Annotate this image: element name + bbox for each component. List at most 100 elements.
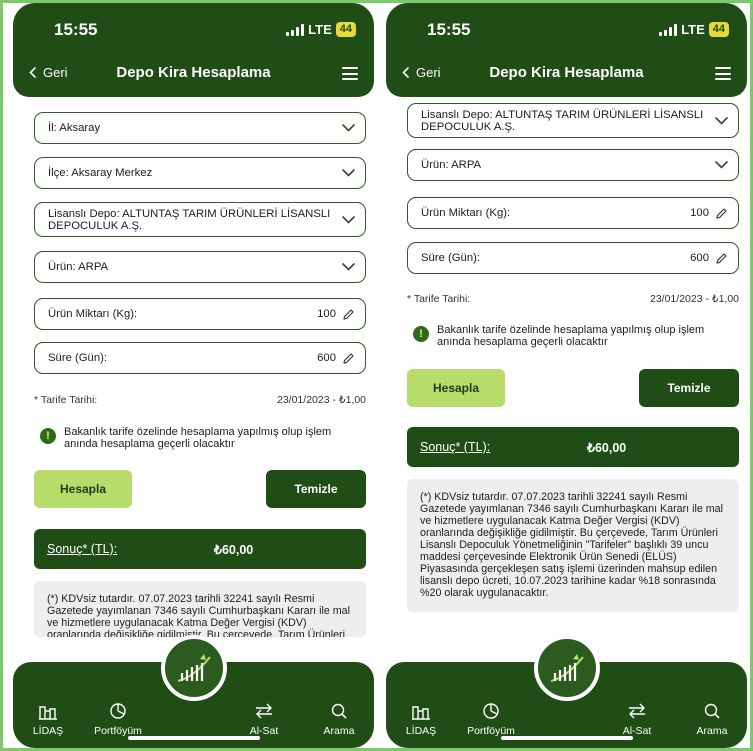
tariff-date-label: * Tarife Tarihi:	[34, 394, 98, 406]
tariff-date-value: 23/01/2023 - ₺1,00	[277, 394, 366, 406]
menu-icon[interactable]	[715, 67, 731, 80]
info-text: Bakanlık tarife özelinde hesaplama yapıl…	[437, 324, 705, 348]
duration-label: Süre (Gün):	[421, 252, 481, 264]
result-bar: Sonuç* (TL): ₺60,00	[34, 529, 366, 569]
status-indicators: LTE 44	[286, 22, 356, 37]
tab-lidas-label: LİDAŞ	[32, 725, 64, 737]
search-icon	[704, 703, 720, 719]
result-bar: Sonuç* (TL): ₺60,00	[407, 427, 739, 467]
clear-button[interactable]: Temizle	[639, 369, 739, 407]
chevron-left-icon	[402, 67, 409, 78]
building-icon	[412, 706, 430, 720]
pencil-icon	[343, 352, 354, 364]
tab-lidas[interactable]: LİDAŞ	[386, 702, 456, 737]
network-label: LTE	[308, 22, 332, 37]
quantity-field[interactable]: Ürün Miktarı (Kg): 100	[407, 197, 739, 229]
warehouse-select-label: Lisanslı Depo: ALTUNTAŞ TARIM ÜRÜNLERİ L…	[421, 108, 704, 133]
vat-note: (*) KDVsiz tutardır. 07.07.2023 tarihli …	[34, 581, 366, 637]
network-label: LTE	[681, 22, 705, 37]
district-select-label: İlçe: Aksaray Merkez	[48, 167, 153, 179]
duration-field[interactable]: Süre (Gün): 600	[34, 342, 366, 374]
tab-search-label: Arama	[696, 725, 728, 737]
swap-arrows-icon	[256, 703, 272, 719]
result-value: ₺60,00	[214, 542, 254, 557]
menu-icon[interactable]	[342, 67, 358, 80]
tab-bar: LİDAŞ Portföyüm Al-Sat Arama	[386, 635, 747, 748]
search-icon	[331, 703, 347, 719]
tab-bar: LİDAŞ Portföyüm Al-Sat Arama	[13, 635, 374, 748]
chevron-down-icon	[342, 215, 355, 224]
chevron-down-icon	[715, 161, 728, 169]
duration-value[interactable]: 600	[690, 252, 709, 264]
phone-screen-left: 15:55 LTE 44 Geri Depo Kira Hesaplama İl…	[13, 3, 374, 748]
signal-icon	[659, 23, 678, 36]
info-notice: ! Bakanlık tarife özelinde hesaplama yap…	[413, 324, 733, 348]
calculate-button[interactable]: Hesapla	[407, 369, 505, 407]
pencil-icon	[716, 252, 727, 264]
back-label: Geri	[416, 65, 441, 80]
quantity-field[interactable]: Ürün Miktarı (Kg): 100	[34, 298, 366, 330]
product-select-label: Ürün: ARPA	[421, 159, 482, 171]
chevron-down-icon	[342, 263, 355, 271]
tariff-date-row: * Tarife Tarihi: 23/01/2023 - ₺1,00	[407, 293, 739, 305]
info-text: Bakanlık tarife özelinde hesaplama yapıl…	[64, 426, 332, 450]
tab-portfolio[interactable]: Portföyüm	[456, 702, 526, 737]
tariff-date-value: 23/01/2023 - ₺1,00	[650, 293, 739, 305]
pie-chart-icon	[110, 703, 126, 719]
exclamation-icon: !	[413, 326, 429, 342]
product-select-label: Ürün: ARPA	[48, 261, 109, 273]
province-select[interactable]: İl: Aksaray	[34, 112, 366, 144]
tab-lidas-label: LİDAŞ	[405, 725, 437, 737]
back-button[interactable]: Geri	[29, 65, 68, 80]
chevron-down-icon	[342, 169, 355, 177]
status-indicators: LTE 44	[659, 22, 729, 37]
warehouse-select[interactable]: Lisanslı Depo: ALTUNTAŞ TARIM ÜRÜNLERİ L…	[34, 202, 366, 237]
tab-search[interactable]: Arama	[304, 702, 374, 737]
province-select-label: İl: Aksaray	[48, 122, 101, 134]
home-logo-button[interactable]	[160, 635, 227, 701]
battery-icon: 44	[335, 22, 356, 37]
tab-lidas[interactable]: LİDAŞ	[13, 702, 83, 737]
signal-icon	[286, 23, 305, 36]
product-select[interactable]: Ürün: ARPA	[407, 149, 739, 181]
duration-label: Süre (Gün):	[48, 352, 108, 364]
info-notice: ! Bakanlık tarife özelinde hesaplama yap…	[40, 426, 360, 450]
chevron-down-icon	[715, 116, 728, 125]
duration-value[interactable]: 600	[317, 352, 336, 364]
tariff-date-label: * Tarife Tarihi:	[407, 293, 471, 305]
pie-chart-icon	[483, 703, 499, 719]
chevron-left-icon	[29, 67, 36, 78]
wheat-logo-icon	[177, 654, 211, 682]
home-logo-button[interactable]	[533, 635, 600, 701]
warehouse-select[interactable]: Lisanslı Depo: ALTUNTAŞ TARIM ÜRÜNLERİ L…	[407, 103, 739, 138]
back-button[interactable]: Geri	[402, 65, 441, 80]
warehouse-select-label: Lisanslı Depo: ALTUNTAŞ TARIM ÜRÜNLERİ L…	[48, 207, 331, 232]
back-label: Geri	[43, 65, 68, 80]
result-label: Sonuç* (TL):	[47, 542, 118, 556]
district-select[interactable]: İlçe: Aksaray Merkez	[34, 157, 366, 189]
home-indicator	[500, 736, 633, 740]
result-label: Sonuç* (TL):	[420, 440, 491, 454]
phone-screen-right: 15:55 LTE 44 Geri Depo Kira Hesaplama Li…	[386, 3, 747, 748]
calculate-button[interactable]: Hesapla	[34, 470, 132, 508]
header: 15:55 LTE 44 Geri Depo Kira Hesaplama	[386, 3, 747, 97]
quantity-value[interactable]: 100	[690, 207, 709, 219]
tariff-date-row: * Tarife Tarihi: 23/01/2023 - ₺1,00	[34, 394, 366, 406]
tab-portfolio[interactable]: Portföyüm	[83, 702, 153, 737]
duration-field[interactable]: Süre (Gün): 600	[407, 242, 739, 274]
quantity-value[interactable]: 100	[317, 308, 336, 320]
quantity-label: Ürün Miktarı (Kg):	[421, 207, 511, 219]
pencil-icon	[716, 207, 727, 219]
chevron-down-icon	[342, 124, 355, 132]
product-select[interactable]: Ürün: ARPA	[34, 251, 366, 283]
home-indicator	[127, 736, 260, 740]
tab-search[interactable]: Arama	[677, 702, 747, 737]
vat-note: (*) KDVsiz tutardır. 07.07.2023 tarihli …	[407, 479, 739, 612]
tab-buy-sell[interactable]: Al-Sat	[602, 702, 672, 737]
status-time: 15:55	[54, 20, 98, 39]
clear-button[interactable]: Temizle	[266, 470, 366, 508]
quantity-label: Ürün Miktarı (Kg):	[48, 308, 138, 320]
status-time: 15:55	[427, 20, 471, 39]
result-value: ₺60,00	[587, 440, 627, 455]
tab-buy-sell[interactable]: Al-Sat	[229, 702, 299, 737]
